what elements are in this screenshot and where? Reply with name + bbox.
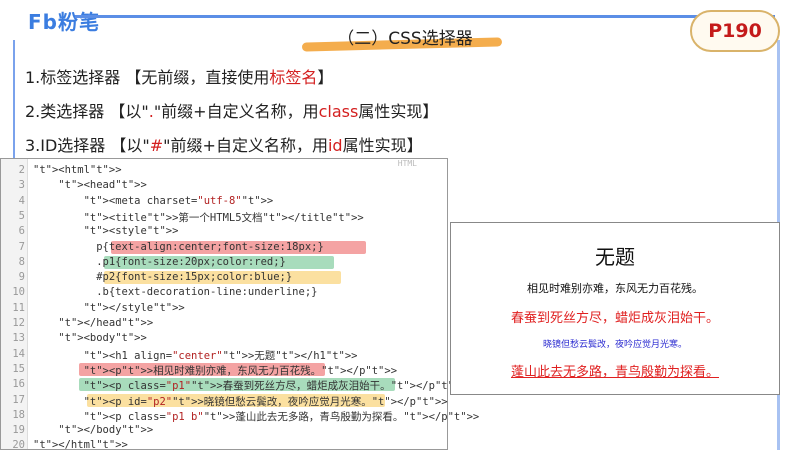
line-number: 2 <box>18 164 25 176</box>
line-number: 8 <box>18 255 25 268</box>
list-item: 1.标签选择器 【无前缀，直接使用标签名】 <box>25 68 334 87</box>
slide-title-text: （二）CSS选择器 <box>337 29 473 49</box>
code-line: "t"><p id="p2""t">>晓镜但愁云鬓改，夜吟应觉月光寒。"t"><… <box>83 395 448 408</box>
header-divider <box>75 15 775 18</box>
line-number: 17 <box>12 393 25 406</box>
code-line: "t"></head"t">> <box>58 317 154 329</box>
line-number: 5 <box>18 209 25 222</box>
line-number: 19 <box>12 424 25 437</box>
line-number: 20 <box>12 439 25 451</box>
line-number: 3 <box>18 179 25 192</box>
code-line: "t"><p class="p1""t">>春蚕到死丝方尽，蜡炬成灰泪始干。"t… <box>83 380 467 393</box>
preview-p1: 春蚕到死丝方尽，蜡炬成灰泪始干。 <box>510 311 719 326</box>
line-number: 4 <box>18 194 25 207</box>
code-line: .b{text-decoration-line:underline;} <box>33 286 318 299</box>
list-item: 3.ID选择器 【以"#"前缀+自定义名称，用id属性实现】 <box>25 136 423 155</box>
line-number: 18 <box>12 408 25 421</box>
code-line: "t"><head"t">> <box>58 179 147 192</box>
page-badge: P190 <box>690 10 780 52</box>
line-number: 12 <box>12 317 25 329</box>
browser-preview: 无题 相见时难别亦难，东风无力百花残。 春蚕到死丝方尽，蜡炬成灰泪始干。 晓镜但… <box>450 222 780 395</box>
language-label: HTML <box>397 159 417 168</box>
line-number: 15 <box>12 362 25 375</box>
code-line: .p1{font-size:20px;color:red;} <box>33 255 286 268</box>
line-number: 16 <box>12 378 25 391</box>
line-number: 9 <box>18 271 25 284</box>
preview-p: 相见时难别亦难，东风无力百花残。 <box>527 282 703 295</box>
fenbi-logo: Fb粉笔 <box>28 10 100 34</box>
code-line: "t"><style"t">> <box>83 225 179 238</box>
line-number: 14 <box>12 347 25 360</box>
preview-p2: 晓镜但愁云鬓改，夜吟应觉月光寒。 <box>542 340 687 350</box>
code-line: "t"><body"t">> <box>58 332 147 345</box>
slide-title: （二）CSS选择器 <box>301 24 503 52</box>
preview-h1: 无题 <box>595 245 635 269</box>
list-item: 2.类选择器 【以"."前缀+自定义名称，用class属性实现】 <box>25 102 439 121</box>
code-line: "t"></style"t">> <box>83 301 185 314</box>
line-number: 10 <box>12 286 25 299</box>
code-line: "t"><title"t">>第一个HTML5文档"t"></title"t">… <box>83 211 364 224</box>
line-number: 6 <box>18 225 25 238</box>
code-editor[interactable]: HTML 2 "t"><html"t">> 3 "t"><head"t">> 4 "t… <box>0 158 479 451</box>
line-number: 13 <box>12 332 25 345</box>
code-line: #p2{font-size:15px;color:blue;} <box>33 271 293 284</box>
code-line: "t"><meta charset="utf-8""t">> <box>83 194 274 207</box>
line-number: 11 <box>12 301 25 314</box>
line-number: 7 <box>18 240 25 253</box>
code-line: "t"></body"t">> <box>58 424 154 437</box>
code-line: "t"><html"t">> <box>33 164 122 176</box>
code-line: "t"><h1 align="center""t">>无题"t"></h1"t"… <box>83 349 358 362</box>
preview-p1b: 蓬山此去无多路，青鸟殷勤为探看。 <box>510 365 719 380</box>
code-line: "t"></html"t">> <box>33 439 128 451</box>
code-line: p{text-align:center;font-size:18px;} <box>33 240 324 253</box>
code-line: "t"><p class="p1 b""t">>蓬山此去无多路，青鸟殷勤为探看。… <box>83 410 480 423</box>
code-line: "t"><p"t">>相见时难别亦难，东风无力百花残。"t"></p"t">> <box>83 364 398 377</box>
